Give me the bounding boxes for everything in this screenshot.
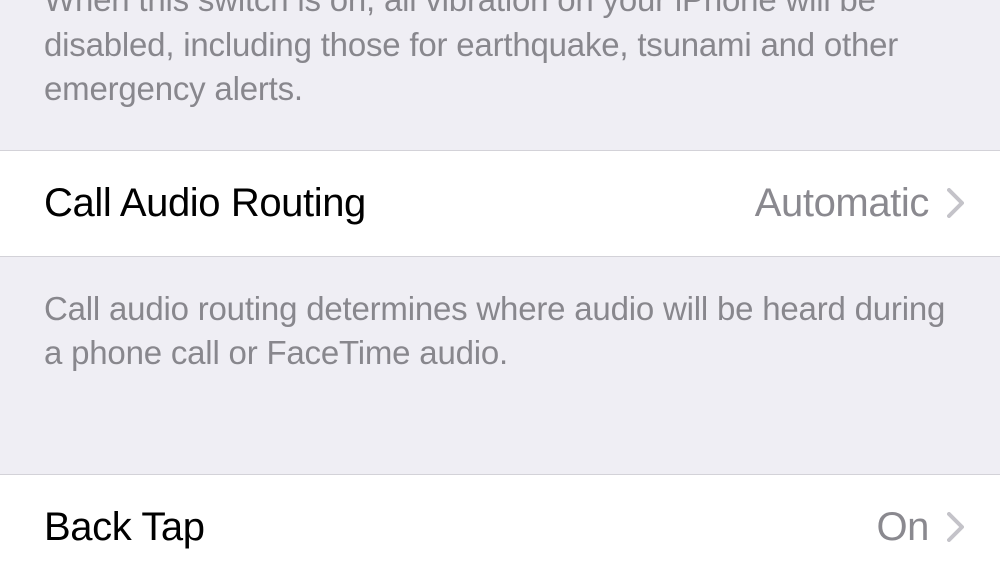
- call-audio-routing-row[interactable]: Call Audio Routing Automatic: [0, 150, 1000, 257]
- call-audio-routing-description-text: Call audio routing determines where audi…: [44, 290, 945, 372]
- call-audio-routing-value: Automatic: [755, 181, 929, 226]
- chevron-right-icon: [947, 188, 964, 218]
- vibration-description-text: When this switch is on, all vibration on…: [44, 0, 898, 107]
- chevron-right-icon: [947, 512, 964, 542]
- call-audio-routing-description: Call audio routing determines where audi…: [0, 257, 1000, 414]
- back-tap-label: Back Tap: [44, 505, 876, 550]
- call-audio-routing-label: Call Audio Routing: [44, 181, 755, 226]
- vibration-description: When this switch is on, all vibration on…: [0, 0, 1000, 150]
- section-spacer: [0, 414, 1000, 474]
- back-tap-row[interactable]: Back Tap On: [0, 474, 1000, 580]
- back-tap-value: On: [876, 505, 929, 550]
